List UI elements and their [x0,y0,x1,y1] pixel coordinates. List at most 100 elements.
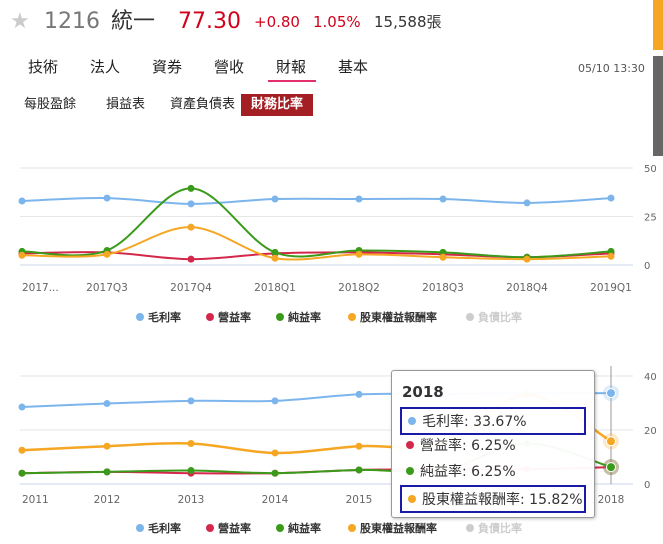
data-point[interactable] [606,436,616,447]
legend-marker-icon [276,524,284,532]
favorite-star-icon[interactable]: ★ [10,8,30,36]
data-point[interactable] [187,223,195,231]
data-point[interactable] [355,195,363,203]
data-point[interactable] [355,250,363,258]
legend-item[interactable]: 負債比率 [478,310,522,324]
x-tick-label: 2017... [22,282,59,294]
x-tick-label: 2013 [178,494,205,506]
legend-marker-icon [276,313,284,321]
data-point[interactable] [187,255,195,263]
x-tick-label: 2018Q2 [338,282,380,294]
legend-item[interactable]: 營益率 [218,521,251,535]
legend-marker-icon [206,313,214,321]
side-panel-tab[interactable] [653,0,663,50]
legend-item[interactable]: 股東權益報酬率 [360,310,437,324]
legend-marker-icon [206,524,214,532]
legend-item[interactable]: 負債比率 [478,521,522,535]
stock-code: 1216 [44,9,100,34]
legend-marker-icon [466,313,474,321]
data-point[interactable] [355,442,363,450]
data-point[interactable] [271,469,279,477]
stock-header: ★ 1216 統一 77.30 +0.80 1.05% 15,588張 [0,0,663,44]
data-point[interactable] [439,253,447,261]
tooltip-row-net-margin: 純益率: 6.25% [400,459,586,487]
y-tick-label: 25 [644,213,657,224]
x-tick-label: 2018Q4 [506,282,548,294]
legend-marker-icon [136,313,144,321]
data-point[interactable] [355,466,363,474]
series-dot-icon [406,467,414,475]
tab-technical[interactable]: 技術 [28,56,58,78]
data-point[interactable] [18,251,26,259]
tooltip-row-label: 股東權益報酬率: 15.82% [422,492,583,508]
x-tick-label: 2018 [598,494,625,506]
legend-marker-icon [466,524,474,532]
y-tick-label: 50 [644,164,657,175]
y-tick-label: 0 [644,261,650,272]
tab-financials[interactable]: 財報 [268,56,317,82]
data-point[interactable] [187,184,195,192]
data-point[interactable] [103,442,111,450]
tooltip-title: 2018 [402,383,444,401]
data-point[interactable] [606,388,616,399]
stock-name: 統一 [111,9,156,34]
tooltip-row-label: 營益率: 6.25% [420,438,516,454]
tooltip-row-roe: 股東權益報酬率: 15.82% [400,485,586,513]
data-point[interactable] [18,197,26,205]
data-point[interactable] [103,468,111,476]
data-point[interactable] [271,254,279,262]
data-point[interactable] [18,446,26,454]
tab-margin[interactable]: 資券 [152,56,182,78]
tooltip-row-label: 毛利率: 33.67% [422,414,527,430]
data-point[interactable] [523,255,531,263]
subtab-income-statement[interactable]: 損益表 [106,94,145,116]
tooltip-row-gross-margin: 毛利率: 33.67% [400,407,586,435]
side-panel-tab-secondary[interactable] [653,56,663,156]
data-point[interactable] [103,250,111,258]
data-point[interactable] [439,195,447,203]
legend-item[interactable]: 純益率 [288,310,321,324]
x-tick-label: 2019Q1 [590,282,632,294]
tab-revenue[interactable]: 營收 [214,56,244,78]
x-tick-label: 2018Q3 [422,282,464,294]
data-point[interactable] [607,194,615,202]
tab-institutional[interactable]: 法人 [90,56,120,78]
data-point[interactable] [187,200,195,208]
y-tick-label: 20 [644,426,657,437]
data-point[interactable] [103,194,111,202]
series-dot-icon [406,441,414,449]
tooltip-row-operating-margin: 營益率: 6.25% [400,433,586,461]
subtab-balance-sheet[interactable]: 資產負債表 [170,94,235,116]
data-point[interactable] [271,195,279,203]
legend-item[interactable]: 營益率 [218,310,251,324]
x-tick-label: 2017Q4 [170,282,212,294]
data-point[interactable] [187,397,195,405]
legend-item[interactable]: 毛利率 [148,521,181,535]
x-tick-label: 2014 [262,494,289,506]
data-point[interactable] [355,390,363,398]
data-point[interactable] [523,199,531,207]
data-point[interactable] [271,397,279,405]
data-point[interactable] [187,467,195,474]
data-point[interactable] [271,449,279,457]
price-change: +0.80 [254,13,300,31]
y-tick-label: 40 [644,372,657,383]
chart-tooltip: 2018 毛利率: 33.67% 營益率: 6.25% 純益率: 6.25% 股… [391,370,595,518]
y-tick-label: 0 [644,480,650,491]
data-point[interactable] [607,252,615,260]
data-point[interactable] [18,469,26,477]
legend-item[interactable]: 股東權益報酬率 [360,521,437,535]
data-point[interactable] [187,440,195,447]
legend-marker-icon [348,524,356,532]
legend-item[interactable]: 純益率 [288,521,321,535]
subtab-financial-ratios[interactable]: 財務比率 [241,94,314,116]
quarterly-ratio-chart: 0 25 50 2017... 2017Q3 2017Q4 2018Q1 2018Q2 2018… [18,164,657,324]
data-point[interactable] [18,403,26,411]
data-point[interactable] [103,400,111,408]
subtab-eps[interactable]: 每股盈餘 [24,94,76,116]
update-timestamp: 05/10 13:30 [578,62,645,75]
tab-basic[interactable]: 基本 [338,56,368,78]
data-point[interactable] [606,462,616,473]
legend-item[interactable]: 毛利率 [148,310,181,324]
legend-marker-icon [348,313,356,321]
